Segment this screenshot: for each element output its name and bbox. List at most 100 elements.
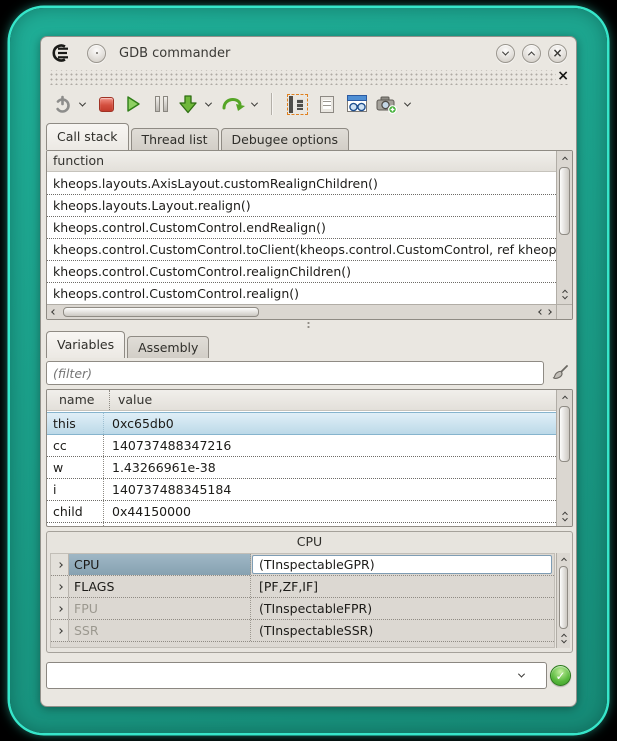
cpu-vscrollbar[interactable] bbox=[556, 553, 570, 648]
hscroll-thumb[interactable] bbox=[63, 307, 259, 317]
step-over-icon bbox=[221, 94, 245, 114]
callstack-row[interactable]: kheops.layouts.AxisLayout.customRealignC… bbox=[47, 173, 556, 195]
app-logo-icon bbox=[50, 43, 74, 63]
callstack-row[interactable]: kheops.control.CustomControl.realignChil… bbox=[47, 261, 556, 283]
callstack-row[interactable]: kheops.control.CustomControl.endRealign(… bbox=[47, 217, 556, 239]
scroll-double-buttons[interactable] bbox=[563, 508, 567, 526]
vscroll-track[interactable] bbox=[557, 165, 572, 286]
scroll-double-buttons[interactable] bbox=[536, 310, 556, 314]
power-menu-chevron[interactable] bbox=[75, 102, 89, 107]
unshade-button[interactable] bbox=[522, 44, 541, 63]
command-combobox[interactable] bbox=[46, 662, 547, 689]
chevron-down-icon bbox=[502, 48, 509, 55]
tab-thread-list[interactable]: Thread list bbox=[131, 128, 219, 150]
fpu-row[interactable]: FPU (TInspectableFPR) bbox=[51, 598, 554, 620]
cpu-row[interactable]: CPU (TInspectableGPR) bbox=[51, 554, 554, 576]
dock-grip-handle[interactable]: × bbox=[48, 70, 569, 85]
snapshot-menu-chevron[interactable] bbox=[400, 102, 414, 107]
variables-column-headers: name value bbox=[47, 390, 556, 411]
toolbar-separator bbox=[271, 93, 272, 115]
variable-row[interactable]: child 0x44150000 bbox=[47, 501, 556, 523]
pause-icon bbox=[155, 96, 168, 112]
panel-splitter[interactable] bbox=[46, 321, 571, 329]
callstack-hscrollbar[interactable] bbox=[47, 304, 556, 319]
filter-input[interactable] bbox=[46, 361, 544, 385]
cpu-inspector-grid: CPU (TInspectableGPR) FLAGS [PF,ZF,IF] F… bbox=[50, 553, 555, 648]
step-into-icon bbox=[177, 94, 199, 115]
expand-chevron-icon[interactable] bbox=[51, 620, 69, 641]
function-column-header[interactable]: function bbox=[47, 151, 556, 172]
shade-button[interactable] bbox=[496, 44, 515, 63]
callstack-row[interactable]: kheops.layouts.Layout.realign() bbox=[47, 195, 556, 217]
vscroll-thumb[interactable] bbox=[559, 167, 570, 235]
watch-window-icon bbox=[347, 95, 367, 113]
variable-row[interactable]: cc 140737488347216 bbox=[47, 435, 556, 457]
variables-tabbar: Variables Assembly bbox=[46, 331, 211, 358]
step-button[interactable] bbox=[175, 91, 201, 117]
variables-vscrollbar[interactable] bbox=[556, 390, 572, 526]
flags-row[interactable]: FLAGS [PF,ZF,IF] bbox=[51, 576, 554, 598]
variable-row[interactable]: this 0xc65db0 bbox=[47, 412, 556, 435]
close-button[interactable]: × bbox=[548, 44, 567, 63]
scroll-up-button[interactable] bbox=[557, 151, 572, 165]
cpu-group-title: CPU bbox=[47, 532, 572, 552]
expand-chevron-icon[interactable] bbox=[51, 598, 69, 619]
callstack-row[interactable]: kheops.control.CustomControl.toClient(kh… bbox=[47, 239, 556, 261]
variables-list: this 0xc65db0 cc 140737488347216 w 1.432… bbox=[47, 412, 556, 526]
stop-button[interactable] bbox=[93, 91, 119, 117]
show-cpu-button[interactable] bbox=[282, 91, 312, 117]
vscroll-track[interactable] bbox=[557, 404, 572, 508]
vscroll-track[interactable] bbox=[557, 565, 570, 630]
clear-filter-button[interactable] bbox=[549, 362, 571, 384]
hscroll-track[interactable] bbox=[61, 305, 536, 319]
tab-debugee-options[interactable]: Debugee options bbox=[221, 128, 350, 150]
scroll-left-button[interactable] bbox=[47, 305, 61, 319]
vscroll-thumb[interactable] bbox=[559, 566, 568, 629]
scroll-double-buttons[interactable] bbox=[562, 630, 566, 648]
show-log-button[interactable] bbox=[312, 91, 342, 117]
callstack-vscrollbar[interactable] bbox=[556, 151, 572, 304]
scroll-double-buttons[interactable] bbox=[563, 286, 567, 304]
snapshot-button[interactable] bbox=[372, 91, 400, 117]
command-bar: ✓ bbox=[46, 662, 571, 690]
value-column-header[interactable]: value bbox=[110, 390, 152, 410]
power-button[interactable] bbox=[49, 91, 75, 117]
dock-close-icon[interactable]: × bbox=[556, 68, 570, 84]
dock-pin-button[interactable] bbox=[87, 44, 106, 63]
brush-icon bbox=[551, 364, 569, 382]
debug-toolbar bbox=[49, 87, 568, 121]
ssr-row[interactable]: SSR (TInspectableSSR) bbox=[51, 620, 554, 642]
titlebar[interactable]: GDB commander × bbox=[41, 37, 576, 69]
variable-row[interactable]: i 140737488345184 bbox=[47, 479, 556, 501]
scroll-up-button[interactable] bbox=[557, 553, 570, 565]
pin-dot-icon bbox=[96, 52, 98, 54]
window-title: GDB commander bbox=[119, 46, 230, 61]
variable-row[interactable]: w 1.43266961e-38 bbox=[47, 457, 556, 479]
expand-chevron-icon[interactable] bbox=[51, 576, 69, 597]
document-icon bbox=[320, 96, 334, 113]
variable-row[interactable]: b 1.43266961e-38 bbox=[47, 523, 556, 526]
pause-button[interactable] bbox=[147, 91, 175, 117]
callstack-row[interactable]: kheops.control.CustomControl.realign() bbox=[47, 283, 556, 304]
cpu-value-editor[interactable]: (TInspectableGPR) bbox=[252, 555, 552, 574]
scroll-up-button[interactable] bbox=[557, 390, 572, 404]
step-over-menu-chevron[interactable] bbox=[247, 102, 261, 107]
tab-assembly[interactable]: Assembly bbox=[127, 336, 209, 358]
step-menu-chevron[interactable] bbox=[201, 102, 215, 107]
watch-window-button[interactable] bbox=[342, 91, 372, 117]
tab-variables[interactable]: Variables bbox=[46, 331, 125, 358]
expand-chevron-icon[interactable] bbox=[51, 554, 69, 575]
scrollbar-corner bbox=[556, 304, 572, 319]
step-over-button[interactable] bbox=[219, 91, 247, 117]
callstack-tabbar: Call stack Thread list Debugee options bbox=[46, 123, 351, 150]
chevron-up-icon bbox=[528, 51, 535, 58]
callstack-panel: function kheops.layouts.AxisLayout.custo… bbox=[46, 150, 573, 320]
confirm-button[interactable]: ✓ bbox=[550, 665, 571, 686]
callstack-list: kheops.layouts.AxisLayout.customRealignC… bbox=[47, 173, 556, 304]
cpu-chip-icon bbox=[289, 96, 306, 113]
vscroll-thumb[interactable] bbox=[559, 406, 570, 462]
name-column-header[interactable]: name bbox=[53, 390, 110, 410]
continue-button[interactable] bbox=[119, 91, 147, 117]
titlebar-buttons: × bbox=[496, 44, 567, 63]
tab-call-stack[interactable]: Call stack bbox=[46, 123, 129, 150]
